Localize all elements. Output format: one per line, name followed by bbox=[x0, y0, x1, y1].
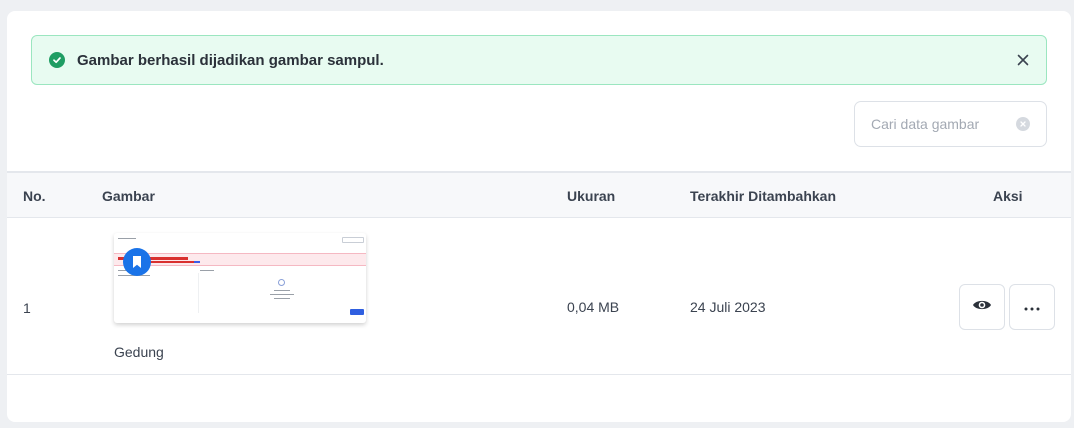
image-thumbnail[interactable] bbox=[114, 233, 366, 323]
search-input[interactable] bbox=[871, 116, 1011, 132]
image-size: 0,04 MB bbox=[567, 299, 620, 315]
table-header: No. Gambar Ukuran Terakhir Ditambahkan A… bbox=[7, 171, 1071, 218]
clear-search-icon[interactable] bbox=[1016, 117, 1030, 131]
eye-icon bbox=[972, 298, 992, 317]
image-date: 24 Juli 2023 bbox=[690, 299, 766, 315]
image-name: Gedung bbox=[114, 344, 164, 360]
more-horizontal-icon bbox=[1024, 298, 1040, 316]
search-box bbox=[854, 101, 1047, 147]
bookmark-icon bbox=[123, 248, 151, 276]
column-header-aksi: Aksi bbox=[993, 188, 1023, 204]
column-header-terakhir-ditambahkan: Terakhir Ditambahkan bbox=[690, 188, 837, 204]
column-header-ukuran: Ukuran bbox=[567, 188, 616, 204]
check-circle-icon bbox=[49, 52, 65, 68]
column-header-gambar: Gambar bbox=[102, 188, 155, 204]
close-icon[interactable] bbox=[1014, 51, 1032, 69]
view-button[interactable] bbox=[959, 284, 1005, 330]
column-header-no: No. bbox=[23, 188, 46, 204]
table-row: 1 Gedung 0,04 MB 24 Juli 2023 bbox=[7, 218, 1071, 375]
content-card: Gambar berhasil dijadikan gambar sampul.… bbox=[7, 11, 1071, 422]
success-alert: Gambar berhasil dijadikan gambar sampul. bbox=[31, 35, 1047, 85]
row-number: 1 bbox=[23, 300, 31, 316]
more-options-button[interactable] bbox=[1009, 284, 1055, 330]
alert-message: Gambar berhasil dijadikan gambar sampul. bbox=[77, 51, 384, 69]
